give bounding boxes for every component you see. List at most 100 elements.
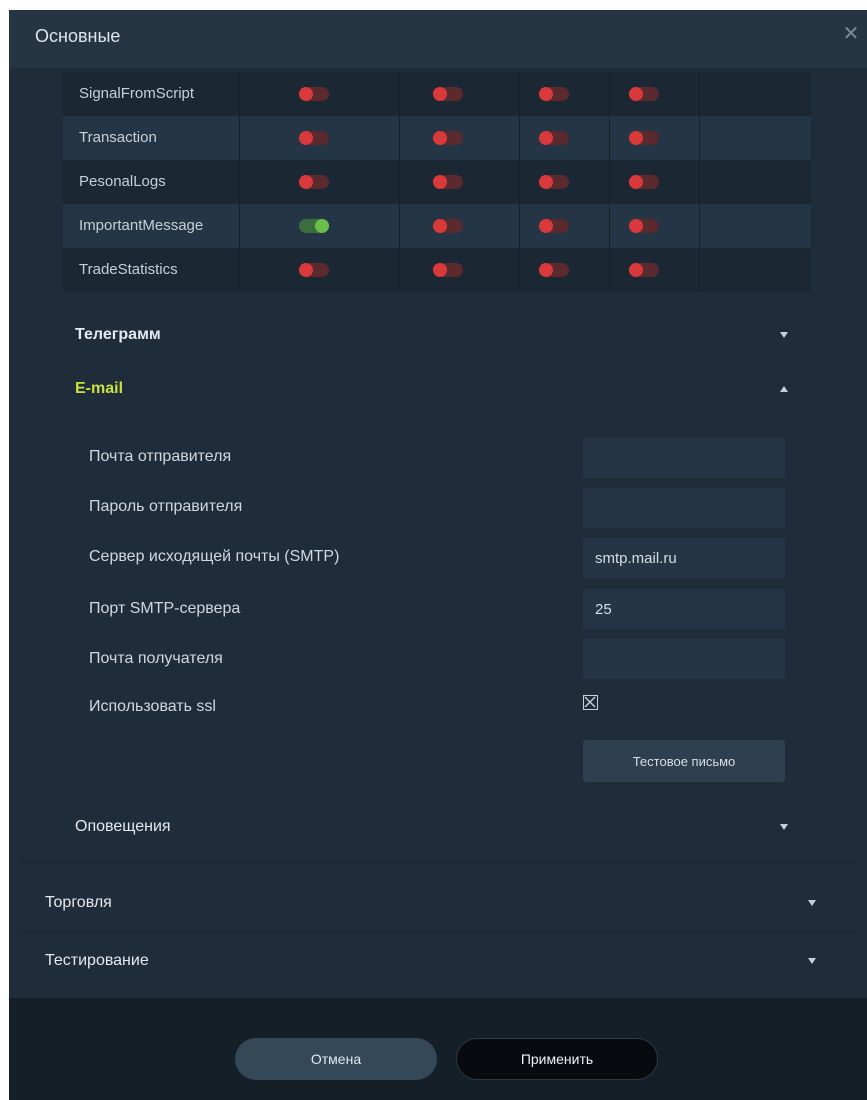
- table-row: PesonalLogs: [63, 160, 811, 204]
- column-divider: [699, 116, 700, 160]
- column-divider: [519, 116, 520, 160]
- table-row: Transaction: [63, 116, 811, 160]
- chevron-down-icon[interactable]: [780, 824, 788, 830]
- column-divider: [399, 248, 400, 292]
- toggle-knob: [539, 219, 553, 233]
- row-name: SignalFromScript: [79, 85, 195, 102]
- checkbox-cross-icon: [584, 696, 596, 708]
- toggle-switch[interactable]: [299, 87, 329, 101]
- sender-email-label: Почта отправителя: [89, 448, 232, 465]
- toggle-switch[interactable]: [629, 175, 659, 189]
- toggle-switch[interactable]: [299, 131, 329, 145]
- column-divider: [699, 72, 700, 116]
- column-divider: [239, 248, 240, 292]
- section-email-header[interactable]: E-mail: [75, 380, 123, 398]
- sender-email-field[interactable]: [583, 438, 785, 478]
- column-divider: [519, 204, 520, 248]
- toggle-knob: [629, 131, 643, 145]
- divider: [19, 862, 857, 863]
- toggle-knob: [629, 219, 643, 233]
- column-divider: [239, 72, 240, 116]
- column-divider: [609, 204, 610, 248]
- column-divider: [609, 72, 610, 116]
- toggle-switch[interactable]: [433, 87, 463, 101]
- chevron-down-icon[interactable]: [808, 958, 816, 964]
- column-divider: [609, 116, 610, 160]
- column-divider: [239, 204, 240, 248]
- column-divider: [699, 248, 700, 292]
- toggle-knob: [299, 131, 313, 145]
- toggle-switch[interactable]: [433, 131, 463, 145]
- toggle-knob: [433, 87, 447, 101]
- toggle-switch[interactable]: [629, 263, 659, 277]
- dialog-footer: Отмена Применить: [9, 998, 867, 1100]
- toggle-switch[interactable]: [629, 131, 659, 145]
- toggle-knob: [433, 263, 447, 277]
- use-ssl-checkbox[interactable]: [583, 695, 598, 710]
- toggle-knob: [299, 263, 313, 277]
- column-divider: [609, 160, 610, 204]
- notifications-table: SignalFromScript Transaction PesonalLogs Im…: [63, 72, 811, 292]
- toggle-switch[interactable]: [539, 219, 569, 233]
- row-name: Transaction: [79, 129, 157, 146]
- toggle-switch[interactable]: [539, 263, 569, 277]
- column-divider: [699, 204, 700, 248]
- toggle-knob: [539, 131, 553, 145]
- smtp-port-field[interactable]: [583, 589, 785, 629]
- column-divider: [399, 116, 400, 160]
- titlebar: Основные ✕: [9, 10, 867, 68]
- chevron-up-icon[interactable]: [780, 386, 788, 392]
- smtp-server-label: Сервер исходящей почты (SMTP): [89, 548, 340, 565]
- toggle-switch[interactable]: [433, 219, 463, 233]
- column-divider: [699, 160, 700, 204]
- section-testing-header[interactable]: Тестирование: [45, 952, 149, 970]
- sender-password-field[interactable]: [583, 488, 785, 528]
- toggle-knob: [539, 175, 553, 189]
- close-icon[interactable]: ✕: [839, 22, 863, 46]
- toggle-switch[interactable]: [629, 219, 659, 233]
- table-row: ImportantMessage: [63, 204, 811, 248]
- toggle-switch[interactable]: [629, 87, 659, 101]
- toggle-switch[interactable]: [299, 175, 329, 189]
- settings-dialog: Основные ✕ SignalFromScript Transaction Pe…: [9, 10, 867, 1100]
- use-ssl-label: Использовать ssl: [89, 698, 216, 715]
- smtp-port-label: Порт SMTP-сервера: [89, 600, 241, 617]
- column-divider: [239, 160, 240, 204]
- cancel-button[interactable]: Отмена: [235, 1038, 437, 1080]
- toggle-knob: [629, 263, 643, 277]
- toggle-switch[interactable]: [299, 219, 329, 233]
- toggle-knob: [629, 87, 643, 101]
- toggle-switch[interactable]: [299, 263, 329, 277]
- toggle-knob: [299, 175, 313, 189]
- toggle-knob: [299, 87, 313, 101]
- chevron-down-icon[interactable]: [780, 332, 788, 338]
- column-divider: [399, 204, 400, 248]
- section-trading-header[interactable]: Торговля: [45, 894, 112, 912]
- row-name: TradeStatistics: [79, 261, 178, 278]
- row-name: PesonalLogs: [79, 173, 166, 190]
- toggle-knob: [315, 219, 329, 233]
- toggle-knob: [539, 263, 553, 277]
- column-divider: [609, 248, 610, 292]
- table-row: TradeStatistics: [63, 248, 811, 292]
- toggle-knob: [433, 131, 447, 145]
- smtp-server-field[interactable]: [583, 538, 785, 578]
- section-telegram-header[interactable]: Телеграмм: [75, 326, 161, 344]
- section-alerts-header[interactable]: Оповещения: [75, 818, 171, 836]
- chevron-down-icon[interactable]: [808, 900, 816, 906]
- toggle-switch[interactable]: [433, 175, 463, 189]
- toggle-knob: [433, 175, 447, 189]
- table-row: SignalFromScript: [63, 72, 811, 116]
- test-email-button[interactable]: Тестовое письмо: [583, 740, 785, 782]
- toggle-switch[interactable]: [539, 175, 569, 189]
- toggle-switch[interactable]: [539, 87, 569, 101]
- column-divider: [399, 72, 400, 116]
- toggle-switch[interactable]: [433, 263, 463, 277]
- toggle-switch[interactable]: [539, 131, 569, 145]
- dialog-title: Основные: [35, 26, 121, 46]
- toggle-knob: [433, 219, 447, 233]
- apply-button[interactable]: Применить: [456, 1038, 658, 1080]
- column-divider: [519, 72, 520, 116]
- column-divider: [399, 160, 400, 204]
- recipient-email-field[interactable]: [583, 639, 785, 679]
